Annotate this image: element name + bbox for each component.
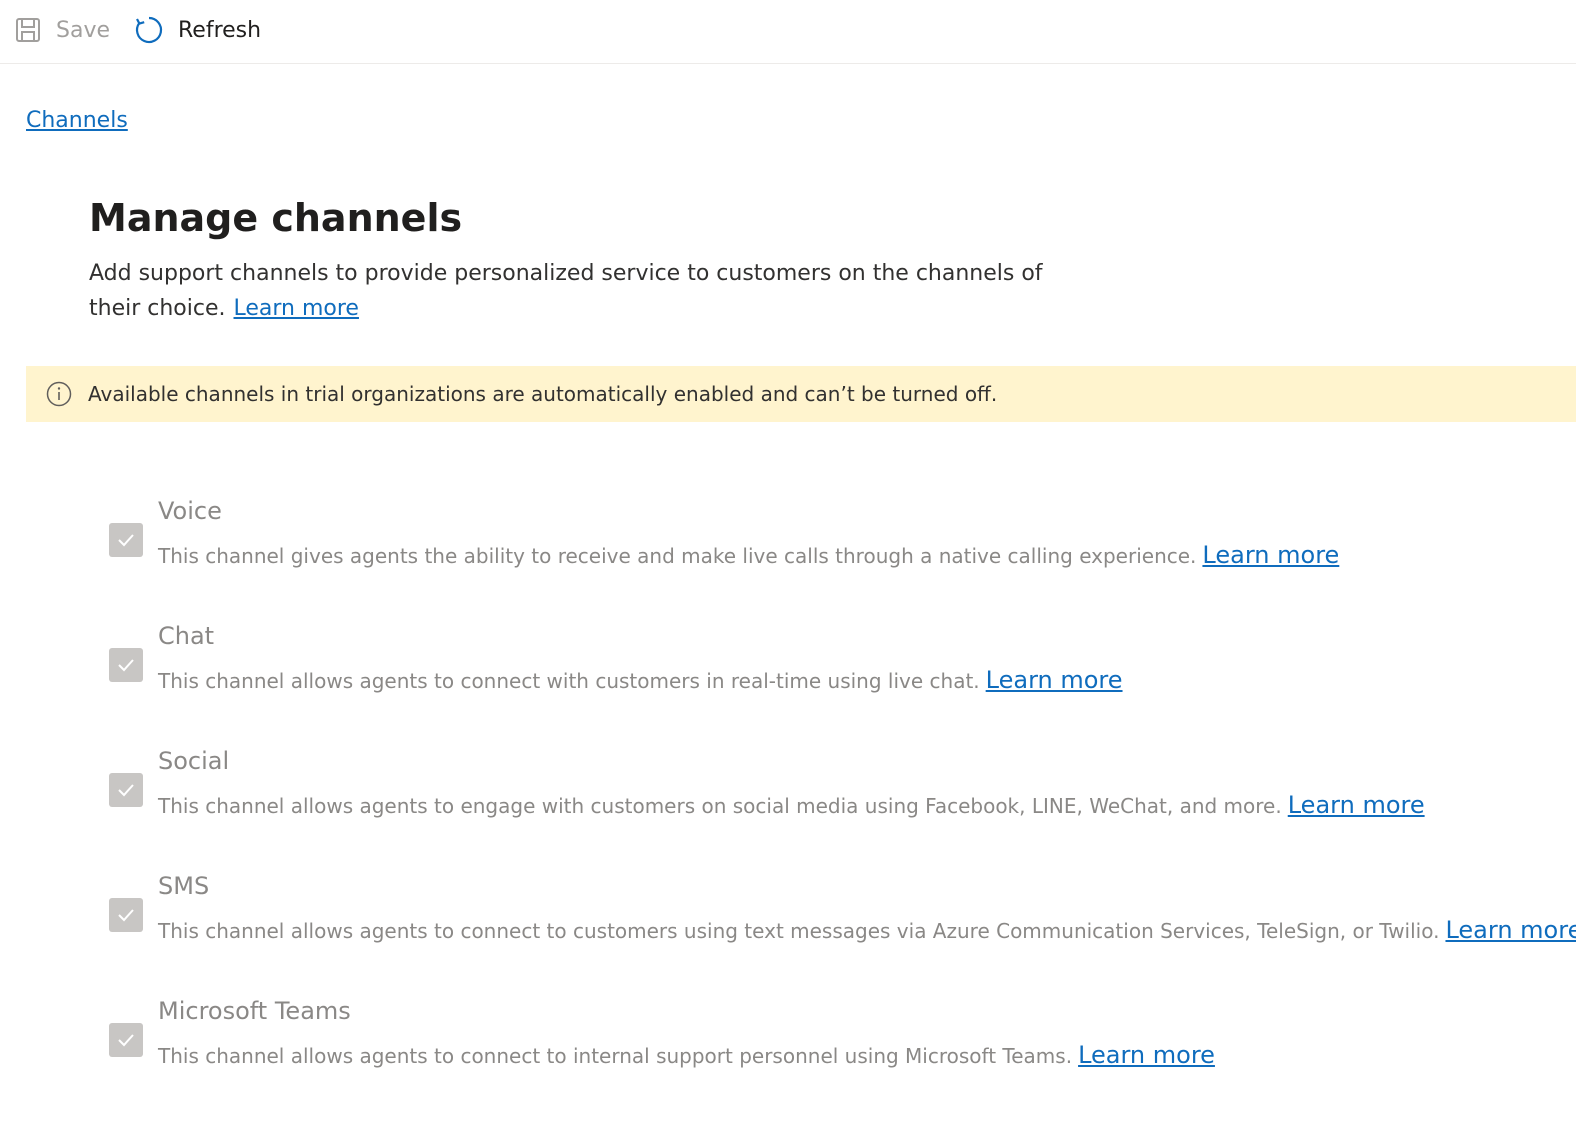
checkmark-icon	[118, 1034, 134, 1047]
channel-learn-more-link[interactable]: Learn more	[1202, 541, 1339, 569]
checkmark-icon	[118, 784, 134, 797]
channel-social: Social This channel allows agents to eng…	[108, 747, 1528, 849]
refresh-button[interactable]: Refresh	[134, 10, 261, 50]
channel-sms: SMS This channel allows agents to connec…	[108, 872, 1576, 974]
channel-description-text: This channel allows agents to connect to…	[158, 1044, 1073, 1068]
channel-microsoft-teams: Microsoft Teams This channel allows agen…	[108, 997, 1528, 1099]
channel-learn-more-link[interactable]: Learn more	[1445, 916, 1576, 944]
channel-name: Social	[158, 747, 230, 775]
channel-voice-checkbox[interactable]	[109, 523, 143, 557]
channel-description: This channel allows agents to engage wit…	[158, 791, 1425, 819]
learn-more-link[interactable]: Learn more	[234, 296, 359, 321]
save-label: Save	[56, 17, 111, 43]
channel-description-text: This channel allows agents to connect to…	[158, 919, 1440, 943]
checkmark-icon	[118, 659, 134, 672]
channel-learn-more-link[interactable]: Learn more	[1288, 791, 1425, 819]
channel-description-text: This channel allows agents to engage wit…	[158, 794, 1282, 818]
channel-name: Chat	[158, 622, 215, 650]
trial-info-banner: Available channels in trial organization…	[26, 366, 1576, 422]
save-button[interactable]: Save	[14, 10, 110, 50]
channel-chat: Chat This channel allows agents to conne…	[108, 622, 1528, 724]
page-title: Manage channels	[89, 196, 463, 240]
channel-description: This channel allows agents to connect to…	[158, 1041, 1215, 1069]
channel-microsoft-teams-checkbox[interactable]	[109, 1023, 143, 1057]
channel-sms-checkbox[interactable]	[109, 898, 143, 932]
channel-learn-more-link[interactable]: Learn more	[1078, 1041, 1215, 1069]
channel-name: Voice	[158, 497, 222, 525]
breadcrumb-channels-link[interactable]: Channels	[26, 108, 128, 133]
channel-voice: Voice This channel gives agents the abil…	[108, 497, 1528, 599]
info-icon	[46, 381, 72, 407]
page-description: Add support channels to provide personal…	[89, 256, 1099, 326]
channel-social-checkbox[interactable]	[109, 773, 143, 807]
channel-name: SMS	[158, 872, 210, 900]
channel-description: This channel gives agents the ability to…	[158, 541, 1339, 569]
channel-chat-checkbox[interactable]	[109, 648, 143, 682]
command-bar: Save Refresh	[0, 0, 1576, 64]
refresh-label: Refresh	[178, 17, 262, 43]
banner-message: Available channels in trial organization…	[88, 382, 998, 406]
channel-description-text: This channel gives agents the ability to…	[158, 544, 1197, 568]
channel-description: This channel allows agents to connect to…	[158, 916, 1576, 944]
channel-name: Microsoft Teams	[158, 997, 351, 1025]
refresh-icon	[134, 15, 164, 45]
channel-description: This channel allows agents to connect wi…	[158, 666, 1123, 694]
page-description-text: Add support channels to provide personal…	[89, 261, 1043, 321]
checkmark-icon	[118, 534, 134, 547]
save-icon	[14, 16, 42, 44]
checkmark-icon	[118, 909, 134, 922]
channel-learn-more-link[interactable]: Learn more	[986, 666, 1123, 694]
channel-description-text: This channel allows agents to connect wi…	[158, 669, 980, 693]
